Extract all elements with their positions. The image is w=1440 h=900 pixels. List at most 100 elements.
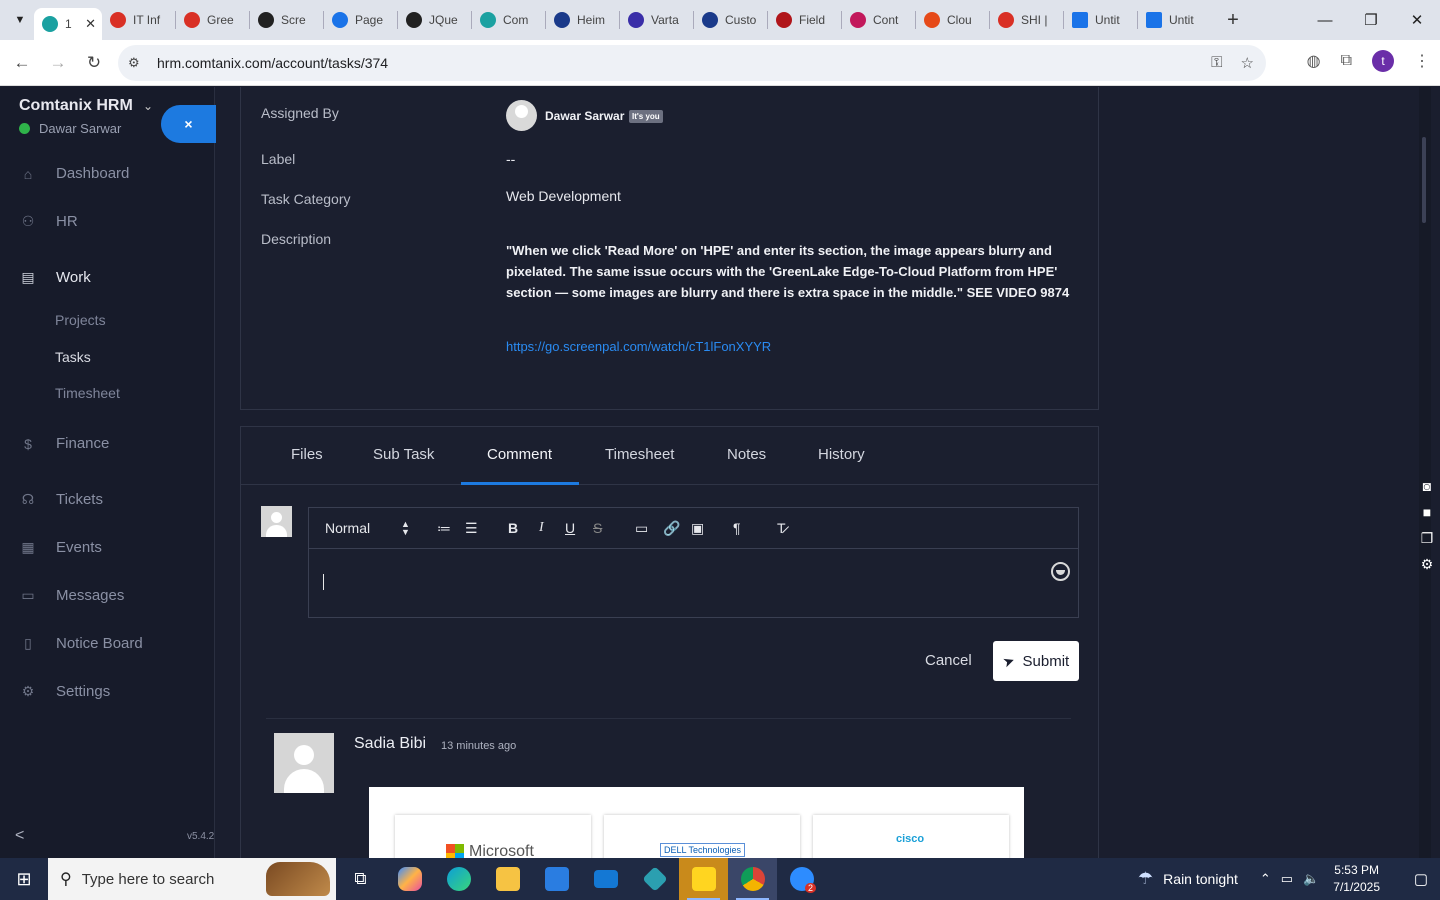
tab-files[interactable]: Files bbox=[291, 446, 323, 463]
tab-close-icon[interactable]: ✕ bbox=[85, 16, 96, 32]
notification-icon[interactable]: ▢ bbox=[1402, 870, 1440, 888]
bookmark-star-icon[interactable]: ☆ bbox=[1241, 54, 1254, 72]
browser-tab[interactable]: Field bbox=[768, 4, 841, 36]
browser-tab[interactable]: JQue bbox=[398, 4, 471, 36]
italic-icon[interactable]: I bbox=[539, 520, 544, 536]
edge-icon[interactable] bbox=[434, 858, 483, 900]
underline-icon[interactable]: U bbox=[565, 520, 575, 536]
windows-start-icon[interactable]: ⊞ bbox=[0, 858, 48, 900]
tab-comment[interactable]: Comment bbox=[487, 446, 552, 463]
ordered-list-icon[interactable]: ≔ bbox=[437, 520, 451, 537]
tab-history[interactable]: History bbox=[818, 446, 865, 463]
browser-tab[interactable]: Clou bbox=[916, 4, 989, 36]
chevron-down-icon[interactable]: ⌄ bbox=[143, 99, 153, 113]
chevron-up-icon[interactable]: ⌃ bbox=[1260, 871, 1271, 887]
camera-icon[interactable]: ◙ bbox=[1418, 478, 1436, 496]
browser-tab[interactable]: Com bbox=[472, 4, 545, 36]
emoji-icon[interactable] bbox=[1051, 562, 1070, 581]
blockquote-icon[interactable]: ▭ bbox=[635, 520, 648, 537]
app-icon[interactable] bbox=[630, 858, 679, 900]
sidebar-item-dashboard[interactable]: ⌂ Dashboard bbox=[19, 165, 130, 182]
forward-icon[interactable]: → bbox=[40, 53, 76, 73]
page-scrollbar[interactable] bbox=[1431, 87, 1440, 858]
tab-notes[interactable]: Notes bbox=[727, 446, 766, 463]
taskbar-clock[interactable]: 5:53 PM 7/1/2025 bbox=[1333, 862, 1380, 896]
browser-tab[interactable]: Gree bbox=[176, 4, 249, 36]
sidebar-item-notice-board[interactable]: ▯ Notice Board bbox=[19, 635, 143, 652]
browser-tab[interactable]: SHI | bbox=[990, 4, 1063, 36]
tab-sub-task[interactable]: Sub Task bbox=[373, 446, 434, 463]
back-icon[interactable]: ← bbox=[4, 53, 40, 73]
browser-tab[interactable]: Untit bbox=[1138, 4, 1211, 36]
format-select[interactable]: Normal ▲ ▼ bbox=[325, 520, 410, 537]
tab-search-dropdown-icon[interactable]: ▼ bbox=[6, 6, 34, 34]
bullet-list-icon[interactable]: ☰ bbox=[465, 520, 478, 537]
password-key-icon[interactable]: ⚿ bbox=[1211, 54, 1222, 72]
sidebar-item-finance[interactable]: $ Finance bbox=[19, 435, 109, 452]
browser-tab[interactable]: Page bbox=[324, 4, 397, 36]
close-window-icon[interactable]: ✕ bbox=[1394, 0, 1440, 40]
file-explorer-icon[interactable] bbox=[483, 858, 532, 900]
tab-timesheet[interactable]: Timesheet bbox=[605, 446, 674, 463]
taskbar-search[interactable]: ⚲ Type here to search bbox=[48, 858, 336, 900]
browser-tab-bar: ▼ 1 ✕ IT Inf Gree Scre Page JQue Com Hei… bbox=[0, 0, 1440, 40]
volume-icon[interactable]: 🔈 bbox=[1303, 871, 1319, 887]
browser-tab[interactable]: Untit bbox=[1064, 4, 1137, 36]
browser-tab-active[interactable]: 1 ✕ bbox=[34, 8, 102, 40]
mail-icon[interactable] bbox=[581, 858, 630, 900]
editor-caret[interactable] bbox=[323, 574, 324, 590]
weather-widget[interactable]: ☂ Rain tonight bbox=[1138, 869, 1238, 889]
sidebar-item-work[interactable]: ▤ Work bbox=[19, 269, 90, 286]
sidebar-item-tickets[interactable]: ☊ Tickets bbox=[19, 491, 103, 508]
sidebar-item-hr[interactable]: ⚇ HR bbox=[19, 213, 78, 230]
browser-tab[interactable]: IT Inf bbox=[102, 4, 175, 36]
task-view-icon[interactable]: ⧉ bbox=[336, 858, 385, 900]
url-text[interactable]: hrm.comtanix.com/account/tasks/374 bbox=[157, 55, 388, 71]
sidebar-subitem-timesheet[interactable]: Timesheet bbox=[55, 385, 120, 401]
profile-avatar[interactable]: t bbox=[1372, 50, 1394, 72]
comment-attachment-image[interactable]: Microsoft DELL Technologies cisco bbox=[369, 787, 1024, 859]
windows-stack-icon[interactable]: ❐ bbox=[1418, 530, 1436, 548]
scrollbar-thumb[interactable] bbox=[1422, 137, 1426, 223]
address-bar[interactable]: ⚙ hrm.comtanix.com/account/tasks/374 ⚿ ☆ bbox=[118, 45, 1266, 81]
minimize-icon[interactable]: — bbox=[1302, 0, 1348, 40]
link-icon[interactable]: 🔗 bbox=[663, 520, 680, 537]
site-info-icon[interactable]: ⚙ bbox=[128, 55, 146, 71]
translate-icon[interactable]: ◍ bbox=[1307, 51, 1321, 71]
store-icon[interactable] bbox=[532, 858, 581, 900]
browser-tab[interactable]: Varta bbox=[620, 4, 693, 36]
sidebar-subitem-projects[interactable]: Projects bbox=[55, 312, 106, 328]
clear-format-icon[interactable]: T̷ bbox=[777, 520, 786, 536]
zoom-icon[interactable]: 2 bbox=[777, 858, 826, 900]
submit-button[interactable]: ➤ Submit bbox=[993, 641, 1079, 681]
sidebar-item-settings[interactable]: ⚙ Settings bbox=[19, 683, 110, 700]
sticky-notes-icon[interactable] bbox=[679, 858, 728, 900]
bold-icon[interactable]: B bbox=[508, 520, 518, 536]
extensions-icon[interactable]: ⧉ bbox=[1341, 52, 1352, 70]
video-link[interactable]: https://go.screenpal.com/watch/cT1lFonXY… bbox=[506, 339, 771, 354]
maximize-icon[interactable]: ❐ bbox=[1348, 0, 1394, 40]
content-scrollbar[interactable] bbox=[1419, 87, 1431, 858]
sidebar-item-messages[interactable]: ▭ Messages bbox=[19, 587, 124, 604]
gear-icon[interactable]: ⚙ bbox=[1418, 556, 1436, 574]
menu-kebab-icon[interactable]: ⋮ bbox=[1414, 51, 1430, 71]
browser-tab[interactable]: Custo bbox=[694, 4, 767, 36]
close-sidebar-button[interactable]: × bbox=[161, 105, 216, 143]
cancel-button[interactable]: Cancel bbox=[925, 652, 972, 669]
brand-name[interactable]: Comtanix HRM bbox=[19, 97, 133, 115]
sidebar-subitem-tasks[interactable]: Tasks bbox=[55, 349, 91, 365]
browser-tab[interactable]: Scre bbox=[250, 4, 323, 36]
video-camera-icon[interactable]: ■ bbox=[1418, 504, 1436, 522]
sidebar-item-events[interactable]: ▦ Events bbox=[19, 539, 101, 556]
strikethrough-icon[interactable]: S bbox=[593, 520, 602, 536]
text-direction-icon[interactable]: ¶ bbox=[733, 520, 741, 536]
network-icon[interactable]: ▭ bbox=[1281, 871, 1293, 887]
collapse-sidebar-icon[interactable]: < bbox=[15, 827, 24, 845]
image-icon[interactable]: ▣ bbox=[691, 520, 704, 537]
chrome-icon[interactable] bbox=[728, 858, 777, 900]
copilot-icon[interactable] bbox=[385, 858, 434, 900]
reload-icon[interactable]: ↻ bbox=[76, 53, 112, 73]
new-tab-icon[interactable]: + bbox=[1219, 9, 1247, 32]
browser-tab[interactable]: Cont bbox=[842, 4, 915, 36]
browser-tab[interactable]: Heim bbox=[546, 4, 619, 36]
